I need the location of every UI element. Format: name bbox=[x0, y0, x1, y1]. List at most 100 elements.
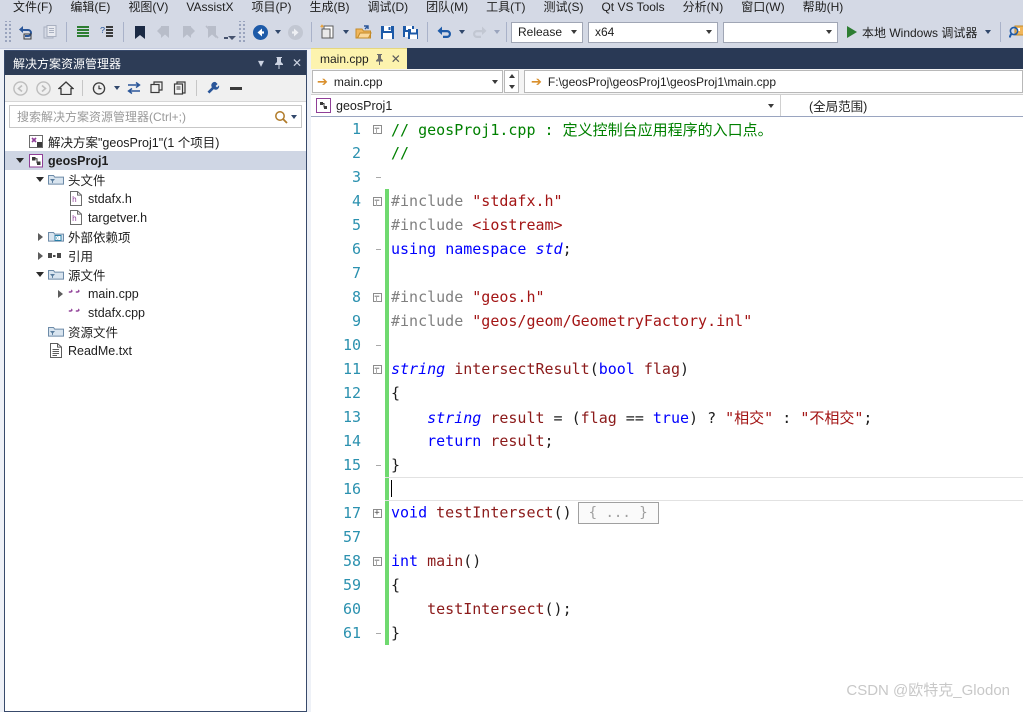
code-line[interactable]: 2 // bbox=[311, 141, 1023, 165]
code-line[interactable]: 15} bbox=[311, 453, 1023, 477]
menu-item-12[interactable]: 窗口(W) bbox=[732, 1, 793, 16]
fold-collapse-icon[interactable]: − bbox=[369, 364, 385, 374]
menu-item-1[interactable]: 编辑(E) bbox=[61, 1, 119, 16]
file-spinner[interactable] bbox=[504, 70, 519, 93]
new-project-dropdown[interactable] bbox=[340, 20, 351, 44]
search-input[interactable] bbox=[15, 108, 274, 125]
toggle-bookmark-icon[interactable] bbox=[128, 20, 152, 44]
code-line[interactable]: 61} bbox=[311, 621, 1023, 645]
code-line[interactable]: 12 { bbox=[311, 381, 1023, 405]
home-icon[interactable] bbox=[55, 77, 77, 99]
fold-collapse-icon[interactable]: − bbox=[369, 124, 385, 134]
tree-item-5[interactable]: c 外部依赖项 bbox=[5, 227, 306, 246]
preview-selected-items-icon[interactable] bbox=[225, 77, 247, 99]
close-icon[interactable]: ✕ bbox=[288, 52, 306, 74]
chevron-down-icon[interactable] bbox=[768, 104, 774, 108]
undo-icon[interactable] bbox=[432, 20, 456, 44]
navigate-backward-icon[interactable] bbox=[14, 20, 38, 44]
code-editor[interactable]: 1−// geosProj1.cpp : 定义控制台应用程序的入口点。2//34… bbox=[311, 117, 1023, 712]
search-options-dropdown[interactable] bbox=[288, 105, 299, 129]
comment-lines-icon[interactable] bbox=[71, 20, 95, 44]
menu-item-9[interactable]: 测试(S) bbox=[534, 1, 592, 16]
chevron-right-icon[interactable] bbox=[33, 227, 47, 246]
pin-icon[interactable] bbox=[375, 53, 385, 65]
uncomment-lines-icon[interactable]: ? bbox=[95, 20, 119, 44]
menu-item-7[interactable]: 团队(M) bbox=[417, 1, 477, 16]
tab-main-cpp[interactable]: main.cpp ✕ bbox=[311, 48, 407, 69]
toolbar-grip[interactable] bbox=[4, 21, 12, 43]
fold-expand-icon[interactable]: + bbox=[369, 508, 385, 518]
menu-item-0[interactable]: 文件(F) bbox=[4, 1, 61, 16]
refresh-icon[interactable] bbox=[146, 77, 168, 99]
save-all-icon[interactable] bbox=[399, 20, 423, 44]
tree-item-11[interactable]: ReadMe.txt bbox=[5, 341, 306, 360]
project-context-combo[interactable]: geosProj1 bbox=[311, 95, 781, 116]
properties-icon[interactable] bbox=[202, 77, 224, 99]
chevron-down-icon[interactable] bbox=[567, 23, 580, 42]
spinner-down-icon[interactable] bbox=[505, 82, 518, 93]
fold-collapse-icon[interactable]: − bbox=[369, 556, 385, 566]
collapsed-region-box[interactable]: { ... } bbox=[577, 502, 659, 524]
menu-item-6[interactable]: 调试(D) bbox=[358, 1, 417, 16]
tree-item-6[interactable]: 引用 bbox=[5, 246, 306, 265]
tree-item-1[interactable]: geosProj1 bbox=[5, 151, 306, 170]
chevron-right-icon[interactable] bbox=[53, 284, 67, 303]
fold-collapse-icon[interactable]: − bbox=[369, 196, 385, 206]
menu-item-2[interactable]: 视图(V) bbox=[119, 1, 177, 16]
start-debugging-dropdown[interactable] bbox=[982, 20, 993, 44]
code-line[interactable]: 6 using namespace std; bbox=[311, 237, 1023, 261]
tree-item-3[interactable]: h stdafx.h bbox=[5, 189, 306, 208]
sync-icon[interactable] bbox=[123, 77, 145, 99]
solution-configuration-combo[interactable]: Release bbox=[511, 21, 583, 43]
code-line[interactable]: 9 #include "geos/geom/GeometryFactory.inl… bbox=[311, 309, 1023, 333]
tree-item-8[interactable]: main.cpp bbox=[5, 284, 306, 303]
chevron-down-icon[interactable] bbox=[33, 265, 47, 284]
code-line[interactable]: 14 return result; bbox=[311, 429, 1023, 453]
file-path-field[interactable]: ➔ F:\geosProj\geosProj1\geosProj1\main.c… bbox=[524, 70, 1023, 93]
previous-bookmark-icon[interactable] bbox=[152, 20, 176, 44]
spinner-up-icon[interactable] bbox=[505, 71, 518, 82]
code-line[interactable]: 60 testIntersect(); bbox=[311, 597, 1023, 621]
chevron-down-icon[interactable] bbox=[488, 80, 502, 84]
save-icon[interactable] bbox=[375, 20, 399, 44]
tree-item-9[interactable]: stdafx.cpp bbox=[5, 303, 306, 322]
code-line[interactable]: 7 bbox=[311, 261, 1023, 285]
chevron-down-icon[interactable] bbox=[822, 23, 835, 42]
menu-item-3[interactable]: VAssistX bbox=[177, 1, 242, 16]
scope-context-combo[interactable]: (全局范围) bbox=[781, 95, 1023, 116]
extra-combo[interactable] bbox=[723, 21, 838, 43]
chevron-down-icon[interactable] bbox=[33, 170, 47, 189]
pin-icon[interactable] bbox=[270, 52, 288, 74]
show-all-files-icon[interactable] bbox=[169, 77, 191, 99]
toolbar-grip-2[interactable] bbox=[238, 21, 246, 43]
navigate-forward-icon[interactable] bbox=[38, 20, 62, 44]
solution-explorer-search[interactable] bbox=[9, 105, 302, 128]
new-project-icon[interactable] bbox=[316, 20, 340, 44]
menu-item-10[interactable]: Qt VS Tools bbox=[592, 1, 673, 16]
redo-dropdown[interactable] bbox=[491, 20, 502, 44]
tree-item-10[interactable]: 资源文件 bbox=[5, 322, 306, 341]
code-line[interactable]: 5 #include <iostream> bbox=[311, 213, 1023, 237]
close-icon[interactable]: ✕ bbox=[391, 52, 401, 66]
start-debugging-button[interactable]: 本地 Windows 调试器 bbox=[843, 20, 996, 44]
pending-changes-dropdown[interactable] bbox=[111, 76, 122, 100]
navigate-back-dropdown[interactable] bbox=[272, 20, 283, 44]
code-line[interactable]: 17 + void testIntersect(){ ... } bbox=[311, 501, 1023, 525]
code-line[interactable]: 13 string result = (flag == true) ? "相交"… bbox=[311, 405, 1023, 429]
solution-platform-combo[interactable]: x64 bbox=[588, 21, 718, 43]
menu-item-11[interactable]: 分析(N) bbox=[674, 1, 733, 16]
code-line[interactable]: 58−int main() bbox=[311, 549, 1023, 573]
find-in-files-icon[interactable] bbox=[1005, 20, 1023, 44]
pending-changes-icon[interactable] bbox=[88, 77, 110, 99]
chevron-right-icon[interactable] bbox=[33, 246, 47, 265]
open-file-icon[interactable] bbox=[351, 20, 375, 44]
active-file-combo[interactable]: ➔ main.cpp bbox=[312, 70, 503, 93]
search-icon[interactable] bbox=[274, 110, 288, 124]
menu-item-8[interactable]: 工具(T) bbox=[477, 1, 534, 16]
code-line[interactable]: 8−#include "geos.h" bbox=[311, 285, 1023, 309]
menu-item-5[interactable]: 生成(B) bbox=[300, 1, 358, 16]
tree-item-7[interactable]: 源文件 bbox=[5, 265, 306, 284]
code-line[interactable]: 16 bbox=[311, 477, 1023, 501]
next-bookmark-icon[interactable] bbox=[176, 20, 200, 44]
code-line[interactable]: 4−#include "stdafx.h" bbox=[311, 189, 1023, 213]
